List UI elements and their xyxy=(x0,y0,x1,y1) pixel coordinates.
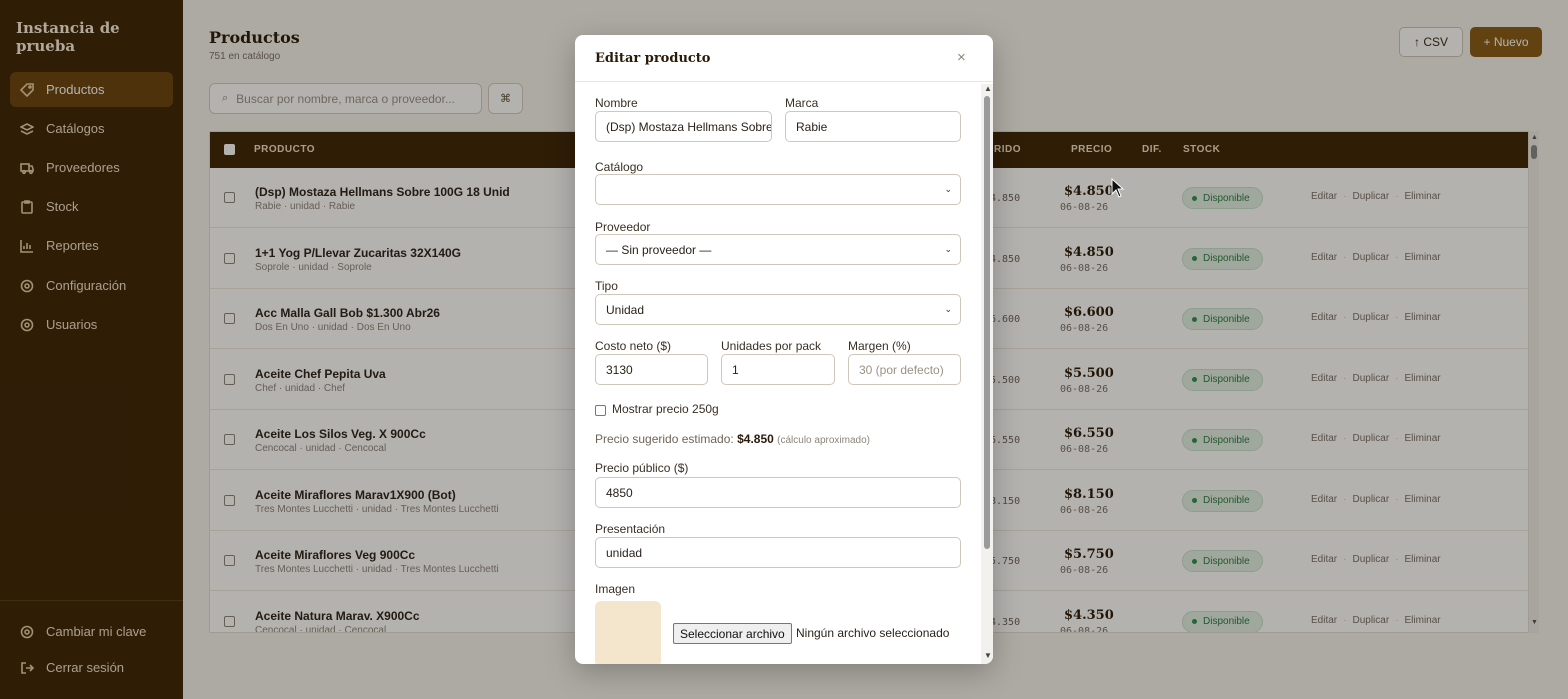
presentacion-label: Presentación xyxy=(595,522,666,536)
edit-product-modal: Editar producto × Nombre (Dsp) Mostaza H… xyxy=(575,35,993,664)
unidades-field[interactable]: 1 xyxy=(721,354,835,385)
costo-field[interactable]: 3130 xyxy=(595,354,708,385)
suggested-price-hint: Precio sugerido estimado: $4.850 (cálcul… xyxy=(595,432,870,446)
margen-label: Margen (%) xyxy=(848,339,911,353)
presentacion-field[interactable]: unidad xyxy=(595,537,961,568)
tipo-select-value: Unidad xyxy=(606,302,645,317)
imagen-label: Imagen xyxy=(595,582,636,596)
chevron-down-icon: ⌄ xyxy=(944,184,952,194)
costo-label: Costo neto ($) xyxy=(595,339,672,353)
scroll-thumb[interactable] xyxy=(984,96,990,549)
margen-field[interactable]: 30 (por defecto) xyxy=(848,354,961,385)
precio-field[interactable]: 4850 xyxy=(595,477,961,508)
close-icon[interactable]: × xyxy=(957,49,966,66)
proveedor-select-value: — Sin proveedor — xyxy=(606,242,712,257)
marca-label: Marca xyxy=(785,96,819,110)
file-status: Ningún archivo seleccionado xyxy=(796,626,950,640)
scroll-down-arrow[interactable]: ▼ xyxy=(984,651,992,660)
modal-header: Editar producto × xyxy=(575,35,993,82)
nombre-field[interactable]: (Dsp) Mostaza Hellmans Sobre 100G 18 Uni… xyxy=(595,111,772,142)
image-preview xyxy=(595,601,661,664)
mostrar-250g-label: Mostrar precio 250g xyxy=(612,402,719,416)
proveedor-label: Proveedor xyxy=(595,220,651,234)
proveedor-select[interactable]: — Sin proveedor — ⌄ xyxy=(595,234,961,265)
tipo-label: Tipo xyxy=(595,279,618,293)
mouse-cursor-icon xyxy=(1111,178,1125,198)
marca-field[interactable]: Rabie xyxy=(785,111,961,142)
tipo-select[interactable]: Unidad ⌄ xyxy=(595,294,961,325)
suggested-price-value: $4.850 xyxy=(737,432,774,446)
modal-title: Editar producto xyxy=(595,51,711,66)
catalogo-select[interactable]: ⌄ xyxy=(595,174,961,205)
scroll-up-arrow[interactable]: ▲ xyxy=(984,84,992,93)
chevron-down-icon: ⌄ xyxy=(944,244,952,254)
file-select-button[interactable]: Seleccionar archivo xyxy=(673,623,792,644)
chevron-down-icon: ⌄ xyxy=(944,304,952,314)
catalogo-label: Catálogo xyxy=(595,160,644,174)
nombre-label: Nombre xyxy=(595,96,638,110)
unidades-label: Unidades por pack xyxy=(721,339,822,353)
suggested-price-prefix: Precio sugerido estimado: xyxy=(595,432,734,446)
precio-label: Precio público ($) xyxy=(595,461,689,475)
modal-scrollbar[interactable]: ▲ ▼ xyxy=(981,84,993,664)
mostrar-250g-checkbox[interactable] xyxy=(595,405,606,416)
suggested-price-note: (cálculo aproximado) xyxy=(777,435,870,446)
